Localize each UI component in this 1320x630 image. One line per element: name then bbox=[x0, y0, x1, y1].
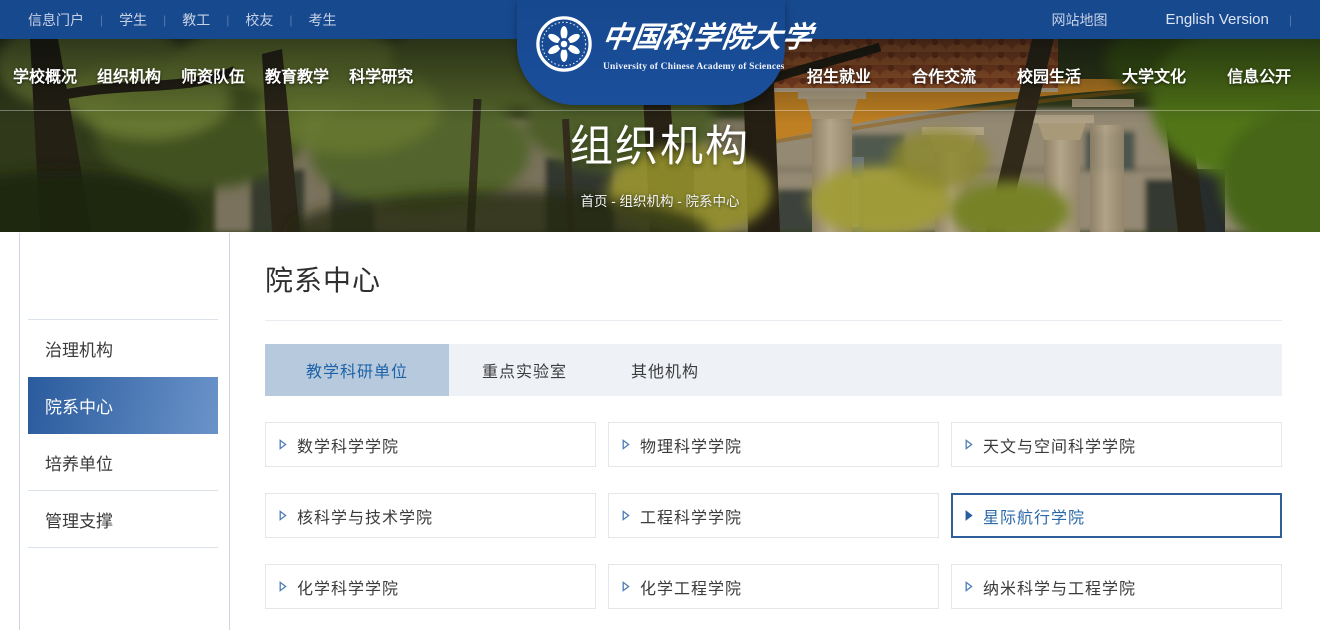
triangle-bullet-icon bbox=[279, 581, 287, 592]
topbar-link-students[interactable]: 学生 bbox=[119, 10, 147, 30]
nav-item-school-overview[interactable]: 学校概况 bbox=[13, 63, 77, 87]
tab-key-laboratories[interactable]: 重点实验室 bbox=[451, 344, 598, 396]
department-card[interactable]: 物理科学学院 bbox=[608, 422, 939, 467]
sidebar-item-departments[interactable]: 院系中心 bbox=[28, 377, 218, 434]
sitemap-link[interactable]: 网站地图 bbox=[1051, 10, 1107, 30]
sidebar-menu: 治理机构 院系中心 培养单位 管理支撑 bbox=[28, 319, 218, 548]
triangle-bullet-icon bbox=[965, 510, 973, 521]
department-card-selected[interactable]: 星际航行学院 bbox=[951, 493, 1282, 538]
nav-item-faculty[interactable]: 师资队伍 bbox=[181, 63, 245, 87]
english-version-link[interactable]: English Version bbox=[1165, 11, 1268, 28]
page-header: 信息门户 | 学生 | 教工 | 校友 | 考生 网站地图 English Ve… bbox=[0, 0, 1320, 232]
triangle-bullet-icon bbox=[279, 439, 287, 450]
separator: | bbox=[226, 13, 229, 27]
tab-bar: 教学科研单位 重点实验室 其他机构 bbox=[265, 344, 1282, 396]
separator: | bbox=[163, 13, 166, 27]
department-card[interactable]: 核科学与技术学院 bbox=[265, 493, 596, 538]
left-rule bbox=[19, 233, 20, 630]
nav-item-admissions[interactable]: 招生就业 bbox=[807, 63, 871, 87]
topbar-link-faculty[interactable]: 教工 bbox=[182, 10, 210, 30]
main-panel: 院系中心 教学科研单位 重点实验室 其他机构 数学科学学院 物理科学学院 天文与… bbox=[265, 232, 1282, 609]
department-card[interactable]: 数学科学学院 bbox=[265, 422, 596, 467]
sidebar-item-training-units[interactable]: 培养单位 bbox=[28, 434, 218, 491]
triangle-bullet-icon bbox=[622, 510, 630, 521]
department-card[interactable]: 化学科学学院 bbox=[265, 564, 596, 609]
department-card[interactable]: 化学工程学院 bbox=[608, 564, 939, 609]
divider bbox=[265, 320, 1282, 321]
sidebar-item-governance[interactable]: 治理机构 bbox=[28, 320, 218, 377]
nav-item-culture[interactable]: 大学文化 bbox=[1122, 63, 1186, 87]
triangle-bullet-icon bbox=[965, 581, 973, 592]
triangle-bullet-icon bbox=[279, 510, 287, 521]
logo-text: 中国科学院大学 University of Chinese Academy of… bbox=[603, 14, 773, 72]
section-title: 院系中心 bbox=[265, 232, 1282, 299]
breadcrumb[interactable]: 首页 - 组织机构 - 院系中心 bbox=[0, 190, 1320, 210]
topbar-link-alumni[interactable]: 校友 bbox=[245, 10, 273, 30]
sidebar-separator bbox=[229, 233, 230, 630]
nav-item-education[interactable]: 教育教学 bbox=[265, 63, 329, 87]
content-area: 治理机构 院系中心 培养单位 管理支撑 院系中心 教学科研单位 重点实验室 其他… bbox=[0, 232, 1320, 630]
triangle-bullet-icon bbox=[622, 439, 630, 450]
department-grid: 数学科学学院 物理科学学院 天文与空间科学学院 核科学与技术学院 工程科学学院 … bbox=[265, 422, 1282, 609]
department-card[interactable]: 天文与空间科学学院 bbox=[951, 422, 1282, 467]
nav-item-cooperation[interactable]: 合作交流 bbox=[912, 63, 976, 87]
page-title: 组织机构 bbox=[0, 112, 1320, 174]
ucas-seal-icon bbox=[535, 15, 593, 73]
tab-other-institutions[interactable]: 其他机构 bbox=[600, 344, 730, 396]
separator: | bbox=[289, 13, 292, 27]
nav-item-organization[interactable]: 组织机构 bbox=[97, 63, 161, 87]
university-logo[interactable]: 中国科学院大学 University of Chinese Academy of… bbox=[517, 0, 785, 105]
department-card[interactable]: 工程科学学院 bbox=[608, 493, 939, 538]
triangle-bullet-icon bbox=[965, 439, 973, 450]
topbar-link-applicants[interactable]: 考生 bbox=[309, 10, 337, 30]
sidebar-item-admin-support[interactable]: 管理支撑 bbox=[28, 491, 218, 548]
separator: | bbox=[100, 13, 103, 27]
nav-item-info-disclosure[interactable]: 信息公开 bbox=[1227, 63, 1291, 87]
department-card[interactable]: 纳米科学与工程学院 bbox=[951, 564, 1282, 609]
separator: | bbox=[1289, 13, 1292, 27]
university-name-cn: 中国科学院大学 bbox=[600, 14, 776, 56]
tab-teaching-research-units[interactable]: 教学科研单位 bbox=[265, 344, 449, 396]
nav-item-research[interactable]: 科学研究 bbox=[349, 63, 413, 87]
topbar-link-portal[interactable]: 信息门户 bbox=[28, 10, 84, 30]
nav-item-campus-life[interactable]: 校园生活 bbox=[1017, 63, 1081, 87]
university-name-en: University of Chinese Academy of Science… bbox=[603, 62, 773, 72]
triangle-bullet-icon bbox=[622, 581, 630, 592]
